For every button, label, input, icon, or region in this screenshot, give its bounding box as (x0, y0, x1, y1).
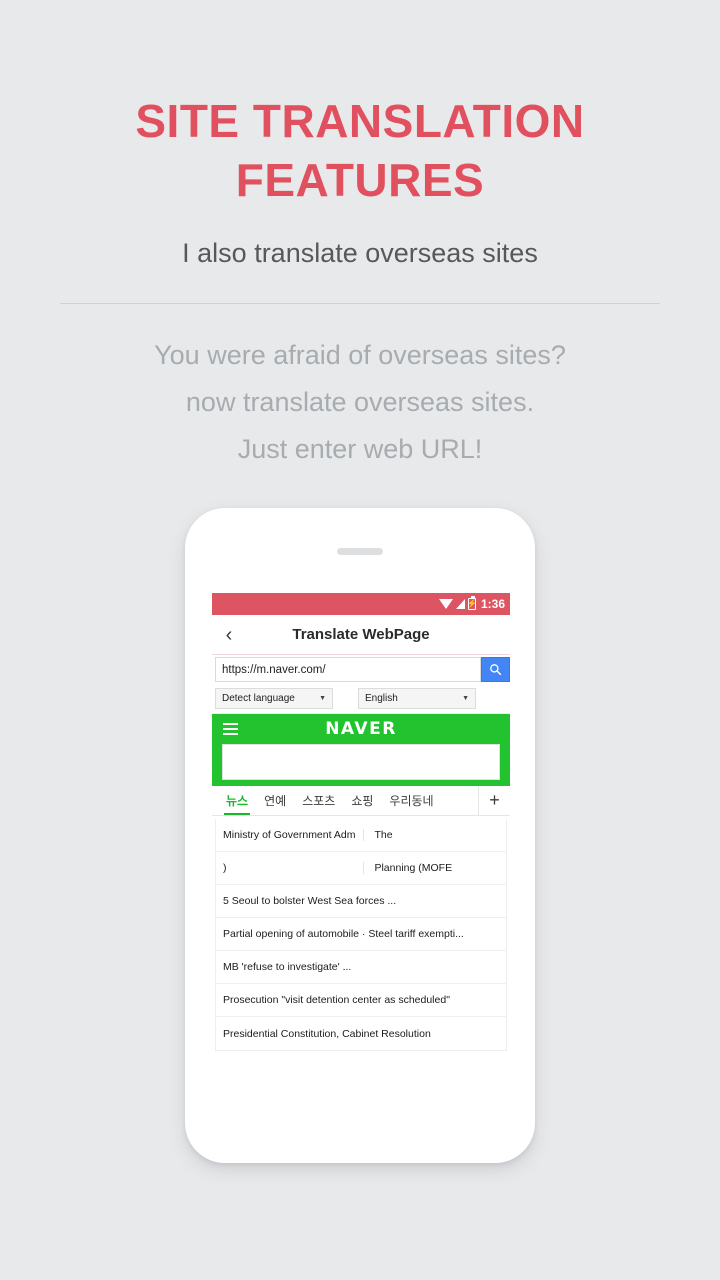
signal-icon (455, 599, 465, 609)
page-title: SITE TRANSLATION FEATURES (0, 92, 720, 210)
promo-header: SITE TRANSLATION FEATURES I also transla… (0, 0, 720, 473)
news-headline: 5 Seoul to bolster West Sea forces ... (223, 895, 397, 907)
add-tab-button[interactable]: + (478, 786, 510, 815)
naver-tabs-scroll: 뉴스 연예 스포츠 쇼핑 우리동네 (212, 786, 478, 815)
target-language-label: English (365, 693, 398, 704)
app-bar: ‹ Translate WebPage (212, 615, 510, 655)
naver-search-input[interactable] (222, 744, 500, 780)
status-bar: ⚡ 1:36 (212, 593, 510, 615)
url-bar-row: https://m.naver.com/ (212, 655, 510, 684)
naver-header: NAVER (212, 714, 510, 744)
table-row[interactable]: Presidential Constitution, Cabinet Resol… (216, 1017, 506, 1050)
phone-screen: ⚡ 1:36 ‹ Translate WebPage https://m.nav… (212, 593, 510, 1098)
table-row[interactable]: Ministry of Government Administr... The (216, 819, 506, 852)
phone-speaker (337, 548, 383, 555)
table-row[interactable]: MB 'refuse to investigate' ... (216, 951, 506, 984)
target-language-select[interactable]: English ▼ (358, 688, 476, 709)
table-row[interactable]: 5 Seoul to bolster West Sea forces ... (216, 885, 506, 918)
battery-charging-icon: ⚡ (466, 596, 477, 610)
naver-decor-marks (462, 782, 498, 786)
page-subtitle: I also translate overseas sites (182, 238, 538, 268)
news-headline: Partial opening of automobile · Steel ta… (223, 928, 464, 940)
phone-mockup: ⚡ 1:36 ‹ Translate WebPage https://m.nav… (185, 508, 535, 1163)
chevron-down-icon: ▼ (319, 695, 326, 702)
news-headline: MB 'refuse to investigate' ... (223, 961, 352, 973)
news-headline: ) (223, 862, 227, 874)
search-button[interactable] (481, 657, 510, 682)
promo-page: SITE TRANSLATION FEATURES I also transla… (0, 0, 720, 1280)
promo-description-line-1: You were afraid of overseas sites? (154, 340, 566, 370)
promo-description: You were afraid of overseas sites? now t… (0, 332, 720, 473)
table-row[interactable]: Prosecution "visit detention center as s… (216, 984, 506, 1017)
naver-logo: NAVER (325, 719, 397, 739)
naver-tab-bar: 뉴스 연예 스포츠 쇼핑 우리동네 + (212, 786, 510, 816)
search-icon (490, 664, 502, 676)
tab-shopping[interactable]: 쇼핑 (343, 786, 381, 815)
wifi-icon (438, 599, 453, 609)
url-input[interactable]: https://m.naver.com/ (215, 657, 481, 682)
promo-description-line-2: now translate overseas sites. (185, 387, 535, 417)
table-row[interactable]: ) Planning (MOFE (216, 852, 506, 885)
source-language-label: Detect language (222, 693, 295, 704)
language-selector-row: Detect language ▼ English ▼ (212, 684, 510, 714)
tab-local[interactable]: 우리동네 (381, 786, 441, 815)
news-list: Ministry of Government Administr... The … (215, 819, 507, 1051)
triangle-icon (462, 782, 472, 786)
source-language-select[interactable]: Detect language ▼ (215, 688, 333, 709)
status-bar-time: 1:36 (480, 597, 505, 611)
page-title-line-1: SITE TRANSLATION (135, 95, 585, 147)
page-title-line-2: FEATURES (235, 154, 485, 206)
news-headline-secondary: The (363, 829, 499, 841)
tab-entertain[interactable]: 연예 (256, 786, 294, 815)
news-headline: Prosecution "visit detention center as s… (223, 994, 450, 1006)
bar-icon (482, 783, 498, 786)
divider (60, 303, 660, 304)
table-row[interactable]: Partial opening of automobile · Steel ta… (216, 918, 506, 951)
news-headline-secondary: Planning (MOFE (363, 862, 499, 874)
tab-news[interactable]: 뉴스 (218, 786, 256, 815)
tab-sports[interactable]: 스포츠 (294, 786, 343, 815)
chevron-down-icon: ▼ (462, 695, 469, 702)
promo-description-line-3: Just enter web URL! (237, 434, 483, 464)
news-headline: Presidential Constitution, Cabinet Resol… (223, 1027, 431, 1040)
app-bar-title: Translate WebPage (292, 626, 430, 643)
news-headline: Ministry of Government Administr... (223, 829, 356, 841)
naver-search-area (212, 744, 510, 786)
